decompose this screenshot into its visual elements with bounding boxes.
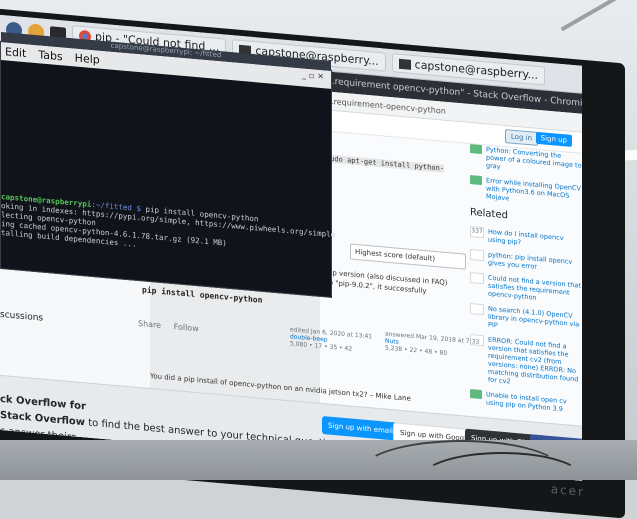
related-item-label: How do I install opencv using pip? [488, 227, 564, 247]
screen: pip - "Could not find ... capstone@raspb… [0, 14, 582, 481]
related-item[interactable]: 337 How do I install opencv using pip? [470, 225, 582, 252]
related-item-label: Could not find a version that satisfies … [488, 273, 581, 302]
related-item-label: Unable to install open cv using pip on P… [486, 390, 567, 414]
menu-edit[interactable]: Edit [5, 45, 26, 60]
banner-brand: Stack Overflow [0, 409, 86, 429]
inline-code: sudo apt-get install python- [326, 154, 445, 173]
menu-tabs[interactable]: Tabs [38, 48, 62, 63]
signup-email-button[interactable]: Sign up with email [322, 416, 399, 441]
related-item-label: ERROR: Could not find a version that sat… [488, 335, 579, 386]
answer-count-badge [470, 174, 482, 186]
menu-help[interactable]: Help [75, 51, 100, 66]
related-item[interactable]: No search (4.1.0) OpenCV library in open… [470, 302, 582, 337]
vote-count-badge [470, 302, 484, 316]
related-heading: Related [470, 206, 508, 222]
related-item[interactable]: python: pip install opencv gives you err… [470, 248, 582, 275]
terminal-output[interactable]: capstone@raspberrypi:~/fitted $ pip inst… [1, 192, 335, 266]
question-snippet: sudo apt-get install python- [326, 153, 461, 176]
sidebar-item[interactable]: Error while installing OpenCV with Pytho… [470, 174, 582, 209]
sidebar-item-label: Error while installing OpenCV with Pytho… [486, 176, 581, 203]
taskbar-task-label: capstone@raspberry... [414, 58, 538, 82]
related-item[interactable]: ERROR: Could not find a version that sat… [470, 333, 582, 392]
vote-count-badge [470, 271, 484, 285]
signup-button[interactable]: Sign up [535, 131, 572, 147]
desk-cable [420, 452, 584, 506]
vote-count-badge [470, 248, 484, 262]
related-item-label: No search (4.1.0) OpenCV library in open… [488, 304, 580, 330]
sort-select[interactable]: Highest score (default) [350, 243, 466, 270]
related-item-label: python: pip install opencv gives you err… [488, 250, 573, 271]
vote-count-badge: 337 [470, 225, 484, 239]
answer-count-badge [470, 388, 482, 400]
terminal-window: Edit Tabs Help _▫✕ capstone@raspberrypi:… [0, 31, 335, 298]
share-link[interactable]: Share [138, 319, 161, 330]
answer-text: pip version (also discussed in FAQ) to "… [326, 268, 448, 296]
terminal-icon [398, 58, 411, 70]
banner-title: ck Overflow for [0, 393, 86, 413]
sidebar: Python: Converting the power of a colour… [470, 143, 582, 422]
login-button[interactable]: Log in [504, 129, 538, 146]
related-item[interactable]: Unable to install open cv using pip on P… [470, 388, 582, 415]
window-controls[interactable]: _▫✕ [302, 70, 327, 81]
related-item[interactable]: Could not find a version that satisfies … [470, 271, 582, 306]
answer-count-badge [470, 143, 482, 155]
follow-link[interactable]: Follow [174, 322, 199, 333]
